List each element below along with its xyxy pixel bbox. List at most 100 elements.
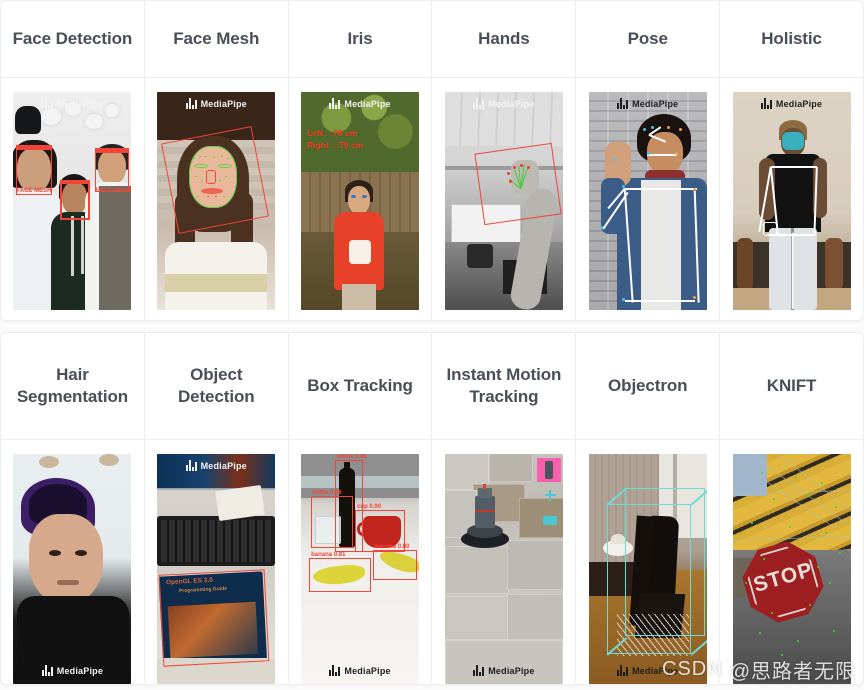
robot-body [474,496,495,528]
iris-distance-left: Left : :78 cm [307,128,358,138]
header-cell-hands[interactable]: Hands [432,1,577,77]
column-label: Holistic [761,28,822,48]
paper [215,484,266,522]
demo-cell-instant-motion-tracking[interactable]: MediaPipe [432,440,577,684]
column-label: KNIFT [766,375,817,395]
table-header-row: Hair Segmentation Object Detection Box T… [1,333,863,440]
face-bounding-box [161,126,270,234]
equipment [466,244,493,268]
person-jacket [99,186,132,310]
header-cell-box-tracking[interactable]: Box Tracking [289,333,433,439]
table-image-row: MediaPipe OpenGL ES 3.0 Programming Guid… [1,440,863,684]
guitar [736,238,753,290]
keyboard-keys [161,520,272,562]
column-label: Hair Segmentation [16,364,129,406]
sticker-icon-robot [544,461,553,479]
iris-distance-right: Right : :79 cm [307,140,364,150]
tracking-label: banana 0.80 [375,544,410,550]
header-cell-hair-segmentation[interactable]: Hair Segmentation [1,333,145,439]
header-cell-instant-motion-tracking[interactable]: Instant Motion Tracking [432,333,577,439]
iris-demo: Left : :78 cm Right : :79 cm MediaPipe [301,92,420,310]
robot-antenna [482,484,486,489]
column-label: Instant Motion Tracking [446,364,562,406]
tracking-label: bottle 0.86 [337,454,367,460]
mouth [57,580,80,585]
demo-cell-pose[interactable]: MediaPipe [576,78,721,320]
table-image-row: FACE MESH FACE MESH MediaPipe MediaPipe … [1,78,863,320]
face-mesh-demo: MediaPipe [157,92,276,310]
detection-label: FACE MESH [95,188,131,194]
person-shorts [342,284,377,310]
robot-head [477,488,492,498]
column-label: Box Tracking [307,375,413,395]
demo-cell-hair-segmentation[interactable]: MediaPipe [1,440,145,684]
header-cell-iris[interactable]: Iris [289,1,433,77]
header-cell-pose[interactable]: Pose [576,1,721,77]
header-cell-objectron[interactable]: Objectron [576,333,721,439]
tracking-label: banana 0.81 [311,552,346,558]
guitar [824,238,843,290]
tracking-box [373,550,418,580]
demo-cell-hands[interactable]: MediaPipe [432,78,577,320]
header-cell-object-detection[interactable]: Object Detection [145,333,289,439]
demo-cell-box-tracking[interactable]: bottle 0.86 bottle 0.66 cup 0.90 banana … [289,440,433,684]
sticker-button-secondary[interactable] [542,516,557,525]
demo-cell-object-detection[interactable]: OpenGL ES 3.0 Programming Guide MediaPip… [145,440,289,684]
face-mesh-overlay [781,132,804,150]
solutions-table-tracking: Hair Segmentation Object Detection Box T… [0,332,864,685]
face-box [95,148,130,192]
header-cell-face-mesh[interactable]: Face Mesh [145,1,289,77]
monitor-screen [157,454,276,488]
face-box [60,180,91,220]
shirt-stripe [165,274,268,292]
column-label: Hands [478,28,530,48]
header-cell-face-detection[interactable]: Face Detection [1,1,145,77]
pose-demo: MediaPipe [588,92,707,310]
demo-cell-face-mesh[interactable]: MediaPipe [145,78,289,320]
detection-label: FACE MESH [16,188,52,194]
shirt-graphic [349,240,372,264]
demo-cell-objectron[interactable]: MediaPipe [576,440,721,684]
header-cell-holistic[interactable]: Holistic [720,1,863,77]
hoodie-string [71,216,75,276]
instant-motion-tracking-demo: MediaPipe [444,454,563,684]
table-header-row: Face Detection Face Mesh Iris Hands Pose… [1,1,863,78]
hoodie-string [81,216,85,274]
column-label: Objectron [608,375,688,395]
hands-demo: MediaPipe [444,92,563,310]
face-box-tab [95,148,130,153]
column-label: Face Mesh [173,28,260,48]
face-box-tab [60,180,91,184]
objectron-box-back [624,488,705,636]
tracking-box [311,496,354,548]
solutions-table-perception: Face Detection Face Mesh Iris Hands Pose… [0,0,864,321]
ceiling [444,92,563,146]
hand-landmarks [762,222,777,236]
hand-bounding-box [474,142,562,226]
add-sticker-icon-bar[interactable] [548,490,551,501]
hair-segmentation-demo: MediaPipe [13,454,132,684]
demo-cell-face-detection[interactable]: FACE MESH FACE MESH MediaPipe [1,78,145,320]
column-label: Object Detection [177,364,255,406]
knift-demo: STOP [732,454,851,684]
tracking-label: cup 0.90 [357,504,382,510]
robot-stripe [474,510,495,512]
column-label: Face Detection [12,28,133,48]
person-face [29,514,104,604]
mediapipe-solutions-gallery: Face Detection Face Mesh Iris Hands Pose… [0,0,864,690]
demo-cell-iris[interactable]: Left : :78 cm Right : :79 cm MediaPipe [289,78,433,320]
header-cell-knift[interactable]: KNIFT [720,333,863,439]
face-box-tab [16,145,53,150]
detection-box [158,569,270,667]
column-label: Pose [627,28,668,48]
demo-cell-knift[interactable]: STOP [720,440,863,684]
objectron-demo: MediaPipe [588,454,707,684]
holistic-demo: MediaPipe [732,92,851,310]
person-shirt [17,596,130,684]
box-tracking-demo: bottle 0.86 bottle 0.66 cup 0.90 banana … [301,454,420,684]
tracking-box [309,558,372,592]
demo-cell-holistic[interactable]: MediaPipe [720,78,863,320]
tracking-label: bottle 0.66 [312,490,342,496]
person-face [348,186,371,214]
person-tshirt [640,180,681,310]
